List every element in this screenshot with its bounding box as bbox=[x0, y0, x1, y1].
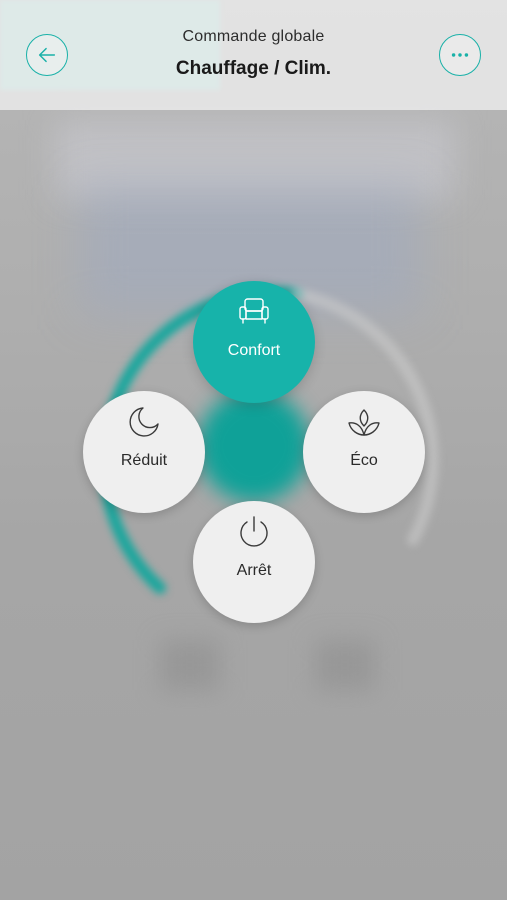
mode-label-eco: Éco bbox=[350, 452, 378, 469]
background-dial-center bbox=[198, 390, 310, 502]
page-title: Chauffage / Clim. bbox=[175, 58, 332, 79]
more-horizontal-icon bbox=[451, 53, 469, 57]
mode-button-reduit[interactable]: Réduit bbox=[83, 391, 205, 513]
background-control-right bbox=[315, 640, 375, 690]
power-icon bbox=[236, 514, 272, 550]
moon-icon bbox=[126, 404, 162, 440]
blurred-background bbox=[0, 0, 507, 900]
sofa-icon bbox=[236, 294, 272, 330]
leaf-icon bbox=[346, 404, 382, 440]
background-control-left bbox=[160, 640, 220, 690]
mode-button-confort[interactable]: Confort bbox=[193, 281, 315, 403]
header-subtitle: Commande globale bbox=[182, 28, 325, 45]
mode-label-reduit: Réduit bbox=[120, 452, 168, 469]
mode-button-eco[interactable]: Éco bbox=[303, 391, 425, 513]
more-options-button[interactable] bbox=[439, 34, 481, 76]
mode-button-arret[interactable]: Arrêt bbox=[193, 501, 315, 623]
header: Commande globale Chauffage / Clim. bbox=[0, 0, 507, 110]
mode-label-arret: Arrêt bbox=[236, 562, 272, 579]
mode-label-confort: Confort bbox=[227, 342, 281, 359]
